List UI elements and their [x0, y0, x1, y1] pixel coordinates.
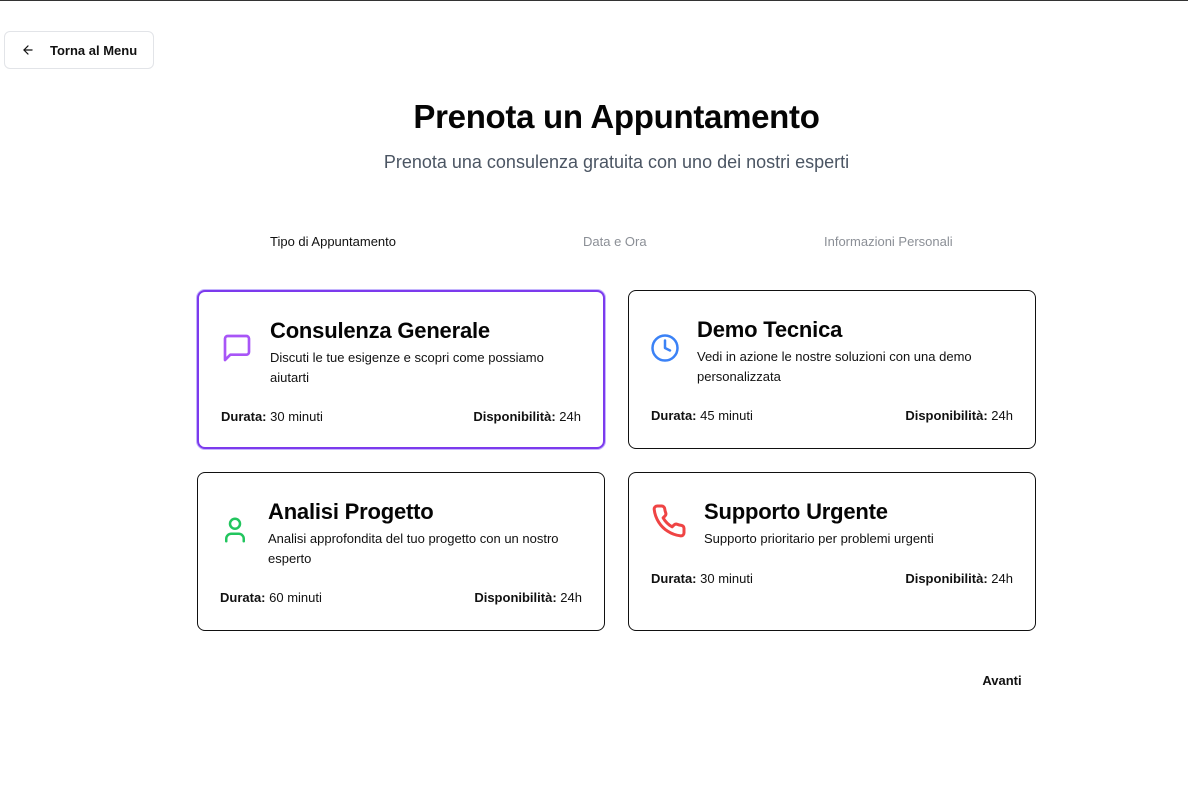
booking-steps: Tipo di Appuntamento Data e Ora Informaz… [0, 234, 1188, 254]
card-title: Consulenza Generale [270, 318, 490, 343]
arrow-left-icon [23, 45, 33, 55]
card-duration: Durata: 60 minuti [220, 590, 322, 605]
card-title: Analisi Progetto [268, 499, 434, 524]
clock-icon [651, 334, 679, 362]
card-availability: Disponibilità: 24h [474, 590, 582, 605]
appointment-card-urgent-support[interactable]: Supporto Urgente Supporto prioritario pe… [628, 472, 1036, 631]
appointment-card-project-analysis[interactable]: Analisi Progetto Analisi approfondita de… [197, 472, 605, 631]
message-square-icon [223, 334, 251, 362]
card-title: Demo Tecnica [697, 317, 843, 342]
appointment-card-technical-demo[interactable]: Demo Tecnica Vedi in azione le nostre so… [628, 290, 1036, 449]
next-button[interactable]: Avanti [970, 670, 1034, 692]
phone-icon [652, 504, 686, 538]
appointment-card-general-consultation[interactable]: Consulenza Generale Discuti le tue esige… [197, 290, 605, 449]
page-title: Prenota un Appuntamento [413, 98, 820, 135]
user-icon [225, 517, 245, 543]
back-to-menu-button[interactable]: Torna al Menu [4, 31, 154, 69]
card-availability: Disponibilità: 24h [473, 409, 581, 424]
card-description: Discuti le tue esigenze e scopri come po… [270, 350, 544, 385]
card-availability: Disponibilità: 24h [905, 571, 1013, 586]
top-border [0, 0, 1188, 1]
card-description: Vedi in azione le nostre soluzioni con u… [697, 349, 972, 384]
card-duration: Durata: 30 minuti [651, 571, 753, 586]
card-description: Supporto prioritario per problemi urgent… [704, 531, 934, 546]
back-button-label: Torna al Menu [50, 42, 138, 58]
card-duration: Durata: 30 minuti [221, 409, 323, 424]
page-subtitle: Prenota una consulenza gratuita con uno … [383, 152, 850, 172]
card-title: Supporto Urgente [704, 499, 888, 524]
step-personal-info[interactable]: Informazioni Personali [824, 234, 953, 249]
step-date-time[interactable]: Data e Ora [583, 234, 647, 249]
step-appointment-type[interactable]: Tipo di Appuntamento [270, 234, 396, 249]
card-duration: Durata: 45 minuti [651, 408, 753, 423]
card-description: Analisi approfondita del tuo progetto co… [268, 531, 559, 566]
card-availability: Disponibilità: 24h [905, 408, 1013, 423]
